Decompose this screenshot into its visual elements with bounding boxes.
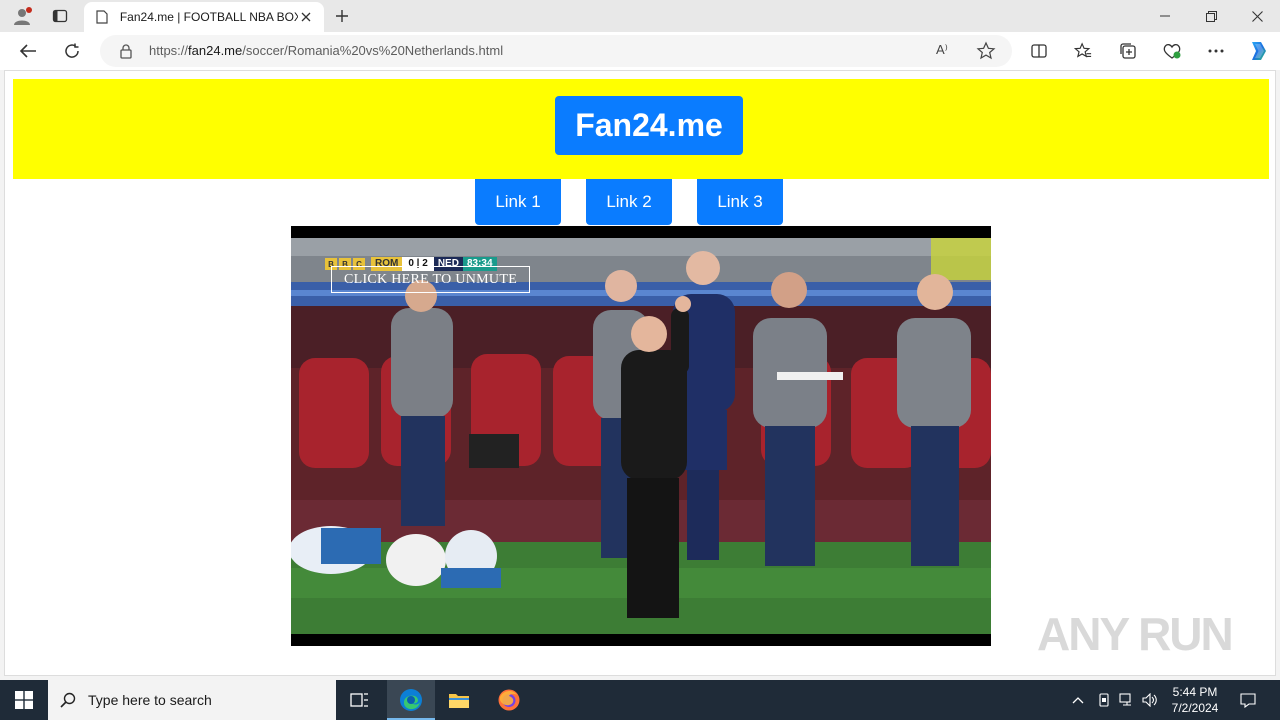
clock-date: 7/2/2024 xyxy=(1171,701,1219,715)
refresh-icon[interactable] xyxy=(57,36,87,66)
system-clock[interactable]: 5:44 PM 7/2/2024 xyxy=(1160,684,1230,716)
clock-time: 5:44 PM xyxy=(1172,685,1218,699)
close-window-icon[interactable] xyxy=(1234,0,1280,32)
collections-icon[interactable] xyxy=(1113,36,1143,66)
close-tab-icon[interactable] xyxy=(298,9,314,25)
split-screen-icon[interactable] xyxy=(1024,36,1054,66)
volume-icon[interactable] xyxy=(1140,680,1160,720)
address-bar[interactable]: https://fan24.me/soccer/Romania%20vs%20N… xyxy=(100,35,1012,67)
link-3-button[interactable]: Link 3 xyxy=(697,179,783,225)
link-1-button[interactable]: Link 1 xyxy=(475,179,561,225)
video-player[interactable]: B B C ROM 0 | 2 NED 83:34 CLICK HERE TO … xyxy=(291,226,991,646)
browser-toolbar: https://fan24.me/soccer/Romania%20vs%20N… xyxy=(0,32,1280,70)
notifications-icon[interactable] xyxy=(1234,680,1262,720)
search-placeholder: Type here to search xyxy=(88,692,212,708)
title-bar: Fan24.me | FOOTBALL NBA BOXING xyxy=(0,0,1280,32)
tab-title: Fan24.me | FOOTBALL NBA BOXING xyxy=(119,10,299,24)
notification-dot xyxy=(26,7,32,13)
anyrun-watermark: ANY RUN xyxy=(1037,608,1234,660)
video-frame xyxy=(291,238,991,634)
firefox-icon[interactable] xyxy=(485,680,533,720)
windows-taskbar: Type here to search 5:44 PM 7/2/2024 xyxy=(0,680,1280,720)
network-icon[interactable] xyxy=(1117,680,1137,720)
favorite-star-icon[interactable] xyxy=(976,41,996,61)
site-header-banner: Fan24.me xyxy=(13,79,1269,179)
edge-taskbar-icon[interactable] xyxy=(387,680,435,720)
page-viewport: Fan24.me Link 1 Link 2 Link 3 B B C ROM … xyxy=(4,70,1276,676)
windows-start-icon[interactable] xyxy=(0,680,48,720)
copilot-icon[interactable] xyxy=(1243,36,1273,66)
minimize-icon[interactable] xyxy=(1142,0,1188,32)
file-explorer-icon[interactable] xyxy=(435,680,483,720)
lock-icon[interactable] xyxy=(118,43,134,59)
browser-essentials-icon[interactable] xyxy=(1157,36,1187,66)
read-aloud-icon[interactable]: A⁾ xyxy=(936,42,948,58)
profile-icon[interactable] xyxy=(8,4,36,28)
more-options-icon[interactable] xyxy=(1201,36,1231,66)
task-view-icon[interactable] xyxy=(336,680,384,720)
search-icon xyxy=(48,680,88,720)
url-text[interactable]: https://fan24.me/soccer/Romania%20vs%20N… xyxy=(149,43,503,58)
restore-icon[interactable] xyxy=(1188,0,1234,32)
page-icon xyxy=(94,9,110,25)
tab-actions-icon[interactable] xyxy=(46,4,74,28)
link-2-button[interactable]: Link 2 xyxy=(586,179,672,225)
favorites-icon[interactable] xyxy=(1068,36,1098,66)
browser-tab[interactable]: Fan24.me | FOOTBALL NBA BOXING xyxy=(84,2,324,32)
nav-links: Link 1 Link 2 Link 3 xyxy=(475,179,795,225)
site-logo[interactable]: Fan24.me xyxy=(555,96,743,155)
show-hidden-icons-chevron-icon[interactable] xyxy=(1068,680,1088,720)
usb-device-icon[interactable] xyxy=(1094,680,1114,720)
taskbar-search-box[interactable]: Type here to search xyxy=(48,680,336,720)
unmute-button[interactable]: CLICK HERE TO UNMUTE xyxy=(331,266,530,293)
back-icon[interactable] xyxy=(13,36,43,66)
new-tab-icon[interactable] xyxy=(330,4,354,28)
